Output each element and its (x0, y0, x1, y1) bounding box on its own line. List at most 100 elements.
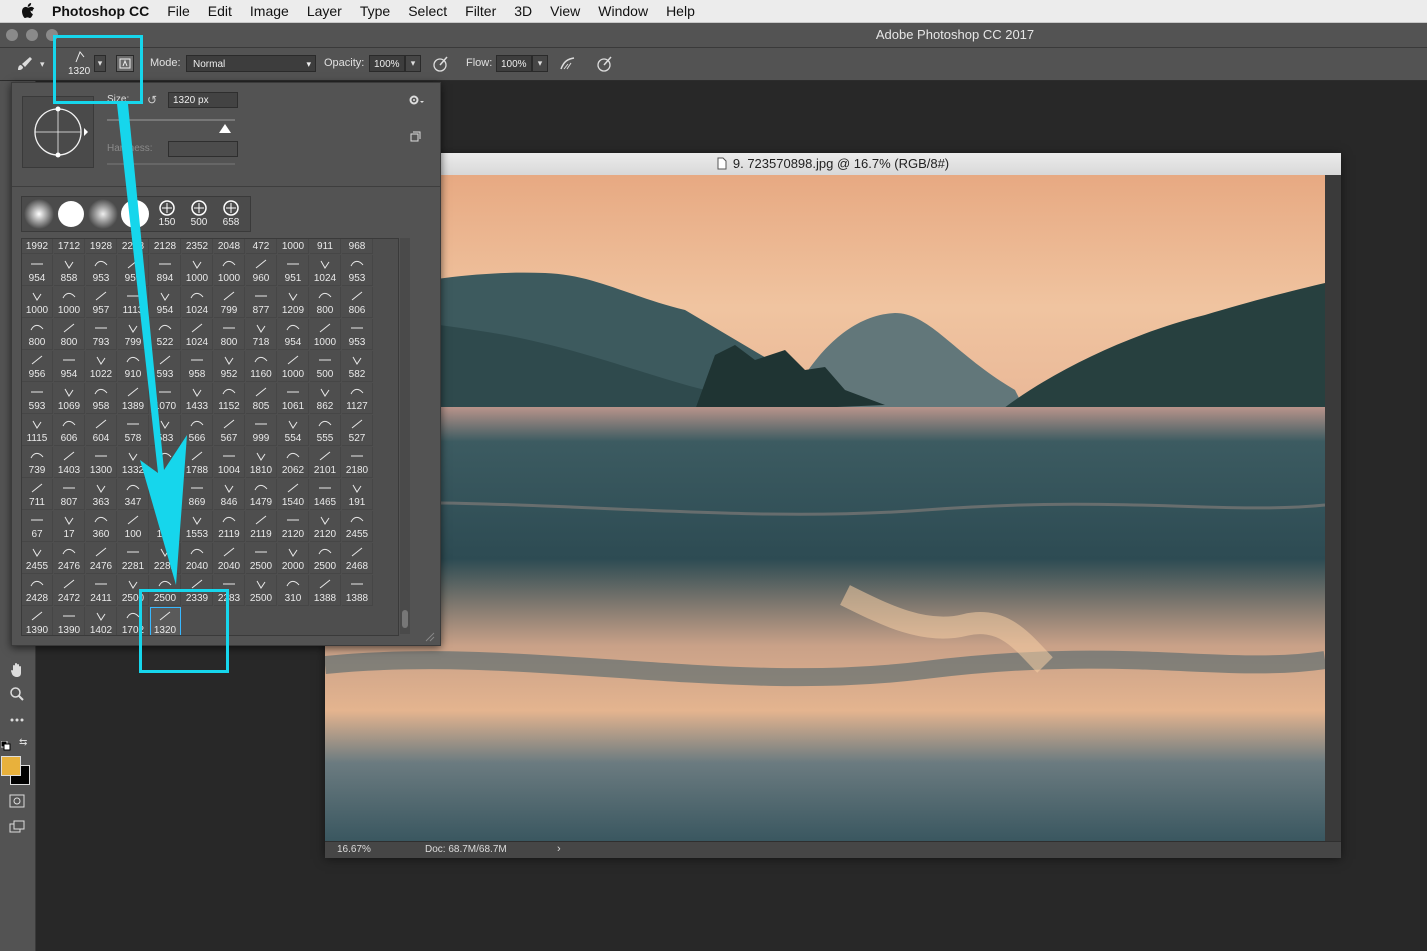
brush-preset-cell[interactable]: 1000 (310, 319, 341, 350)
brush-preset-cell[interactable]: 472 (246, 239, 277, 254)
brush-preset-cell[interactable]: 805 (246, 383, 277, 414)
brush-preset-cell[interactable]: 1810 (246, 447, 277, 478)
brush-preset-cell[interactable]: 2120 (278, 511, 309, 542)
brush-preset-cell[interactable]: 1300 (86, 447, 117, 478)
brush-preset-cell[interactable]: 2500 (310, 543, 341, 574)
brush-preset-cell[interactable]: 2281 (118, 543, 149, 574)
reset-size-icon[interactable]: ↺ (147, 93, 157, 107)
foreground-color-swatch[interactable] (1, 756, 21, 776)
brush-preset-cell[interactable]: 1000 (278, 351, 309, 382)
brush-preset-cell[interactable]: 1992 (22, 239, 53, 254)
apple-icon[interactable] (18, 1, 38, 21)
recent-brush-soft-1[interactable] (24, 199, 54, 229)
brush-preset-cell[interactable]: 522 (150, 319, 181, 350)
brush-preset-cell[interactable]: 2455 (22, 543, 53, 574)
brush-preset-cell[interactable]: 1069 (54, 383, 85, 414)
recent-brush-500[interactable]: 500 (184, 199, 214, 229)
brush-preset-cell[interactable]: 958 (182, 351, 213, 382)
menu-view[interactable]: View (550, 3, 580, 19)
brush-tool-icon[interactable] (16, 55, 34, 76)
brush-preset-cell[interactable]: 2281 (150, 543, 181, 574)
brush-preset-cell[interactable]: 1403 (54, 447, 85, 478)
app-menu[interactable]: Photoshop CC (52, 3, 149, 19)
brush-preset-cell[interactable]: 1465 (310, 479, 341, 510)
brush-preset-cell[interactable]: 604 (86, 415, 117, 446)
recent-brush-soft-2[interactable] (88, 199, 118, 229)
brush-preset-cell[interactable]: 968 (342, 239, 373, 254)
brush-preset-cell[interactable]: 869 (182, 479, 213, 510)
gear-icon[interactable] (408, 93, 424, 111)
brush-preset-cell[interactable]: 360 (86, 511, 117, 542)
brush-preset-cell[interactable]: 954 (54, 351, 85, 382)
brush-preset-cell[interactable]: 910 (118, 351, 149, 382)
menu-filter[interactable]: Filter (465, 3, 496, 19)
brush-preset-cell[interactable]: 953 (86, 255, 117, 286)
brush-preset-cell[interactable]: 2120 (310, 511, 341, 542)
brush-preset-cell[interactable]: 566 (182, 415, 213, 446)
brush-preset-cell[interactable]: 858 (54, 255, 85, 286)
brush-preset-cell[interactable]: 2500 (246, 543, 277, 574)
brush-preset-cell[interactable]: 800 (22, 319, 53, 350)
opacity-input[interactable]: 100% (369, 55, 405, 72)
brush-preset-cell[interactable]: 1113 (118, 287, 149, 318)
brush-preset-cell[interactable]: 718 (246, 319, 277, 350)
new-preset-icon[interactable] (410, 129, 421, 147)
brush-preset-cell[interactable]: 555 (310, 415, 341, 446)
brush-preset-cell[interactable]: 956 (22, 351, 53, 382)
brush-preset-cell[interactable]: 1024 (182, 319, 213, 350)
flow-input[interactable]: 100% (496, 55, 532, 72)
menu-file[interactable]: File (167, 3, 190, 19)
brush-preset-cell[interactable]: 2476 (86, 543, 117, 574)
brush-preset-cell[interactable]: 1000 (278, 239, 309, 254)
brush-preset-cell[interactable]: 2180 (342, 447, 373, 478)
brush-preset-cell[interactable]: 191 (342, 479, 373, 510)
brush-preset-cell[interactable]: 953 (342, 255, 373, 286)
document-tab[interactable]: 9. 723570898.jpg @ 16.7% (RGB/8#) (325, 153, 1341, 176)
canvas-vertical-scrollbar[interactable] (1325, 175, 1341, 841)
brush-preset-cell[interactable]: 800 (54, 319, 85, 350)
zoom-level[interactable]: 16.67% (337, 844, 371, 855)
brush-preset-cell[interactable]: 1000 (54, 287, 85, 318)
brush-preset-cell[interactable]: 2428 (22, 575, 53, 606)
brush-preset-cell[interactable]: 1389 (118, 383, 149, 414)
brush-preset-cell[interactable]: 1115 (22, 415, 53, 446)
brush-preset-cell[interactable]: 2472 (54, 575, 85, 606)
pressure-size-icon[interactable] (596, 55, 614, 76)
brush-preset-cell[interactable]: 2208 (118, 239, 149, 254)
brush-preset-cell[interactable]: 2040 (214, 543, 245, 574)
brush-preset-cell[interactable]: 123 (150, 511, 181, 542)
brush-preset-cell[interactable] (150, 447, 181, 478)
recent-brush-hard-1[interactable] (56, 199, 86, 229)
brush-preset-cell[interactable]: 951 (278, 255, 309, 286)
brush-preset-cell[interactable]: 954 (22, 255, 53, 286)
brush-preset-cell[interactable]: 1024 (310, 255, 341, 286)
brush-preset-cell[interactable]: 500 (310, 351, 341, 382)
brush-preset-cell[interactable]: 862 (310, 383, 341, 414)
brush-preset-cell[interactable]: 606 (54, 415, 85, 446)
brush-preset-cell[interactable]: 1390 (22, 607, 53, 635)
brush-preset-cell[interactable]: 582 (342, 351, 373, 382)
brush-preset-cell[interactable]: 2455 (342, 511, 373, 542)
brush-preset-cell[interactable]: 1000 (182, 255, 213, 286)
default-colors-icon[interactable] (0, 738, 11, 751)
zoom-tool-icon[interactable] (6, 683, 28, 705)
brush-preset-cell[interactable]: 2048 (214, 239, 245, 254)
brush-preset-cell[interactable]: 877 (246, 287, 277, 318)
brush-preset-cell[interactable]: 17 (54, 511, 85, 542)
brush-preset-cell[interactable]: 793 (86, 319, 117, 350)
brush-preset-cell[interactable]: 1209 (278, 287, 309, 318)
brush-preset-cell[interactable]: 1479 (246, 479, 277, 510)
brush-preset-cell[interactable]: 67 (22, 511, 53, 542)
menu-image[interactable]: Image (250, 3, 289, 19)
brush-preset-cell[interactable]: 846 (214, 479, 245, 510)
brush-preset-cell[interactable]: 2500 (246, 575, 277, 606)
recent-brush-150[interactable]: 150 (152, 199, 182, 229)
brush-preset-cell[interactable]: 1390 (54, 607, 85, 635)
brush-preset-cell[interactable]: 310 (278, 575, 309, 606)
brush-preset-cell[interactable]: 1000 (214, 255, 245, 286)
recent-brush-hard-2[interactable] (120, 199, 150, 229)
brush-preset-cell[interactable]: 2101 (310, 447, 341, 478)
brush-preset-cell[interactable]: 1152 (214, 383, 245, 414)
brush-preset-cell[interactable]: 2476 (54, 543, 85, 574)
brush-preset-cell[interactable]: 1070 (150, 383, 181, 414)
